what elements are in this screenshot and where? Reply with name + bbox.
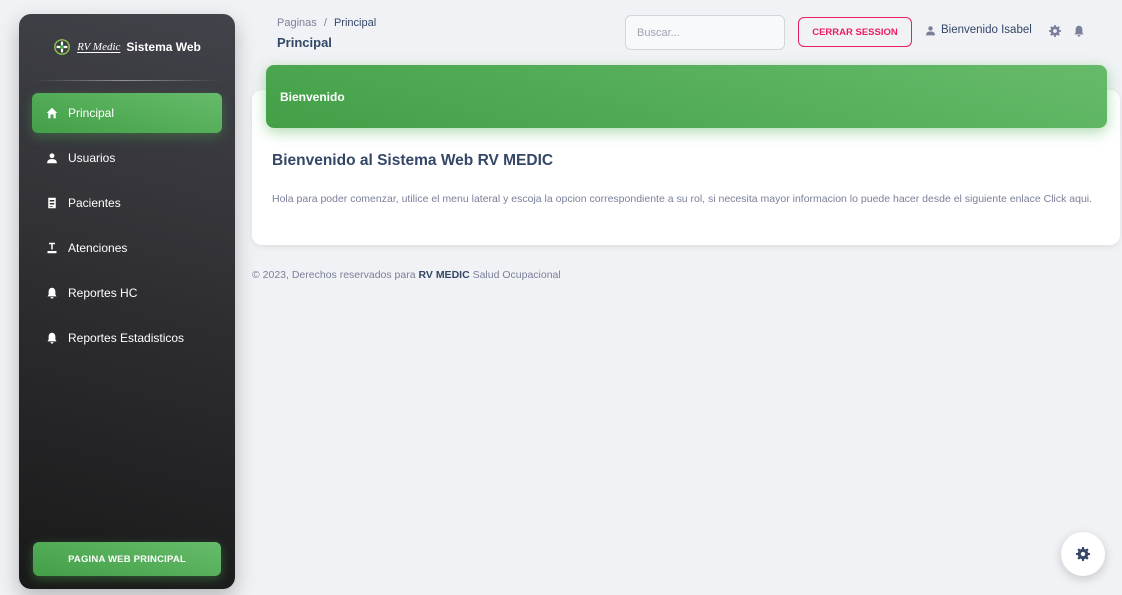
welcome-card-text: Hola para poder comenzar, utilice el men…: [272, 193, 1093, 205]
logout-button[interactable]: CERRAR SESSION: [798, 17, 912, 47]
sidebar-item-principal[interactable]: Principal: [32, 93, 222, 133]
sidebar-item-label: Reportes HC: [68, 286, 138, 300]
brand-divider: [35, 80, 219, 81]
gear-icon: [1076, 547, 1090, 561]
user-greeting: Bienvenido Isabel: [941, 24, 1032, 36]
welcome-card-title: Bienvenido al Sistema Web RV MEDIC: [272, 152, 554, 169]
sidebar-item-label: Pacientes: [68, 196, 121, 210]
footer-suffix: Salud Ocupacional: [469, 269, 561, 281]
brand-logo-text: RV Medic: [77, 41, 121, 53]
brand[interactable]: RV Medic Sistema Web: [19, 14, 235, 80]
footer-prefix: © 2023, Derechos reservados para: [252, 269, 419, 281]
page: RV Medic Sistema Web Principal Usuarios: [0, 0, 1122, 595]
home-icon: [46, 107, 58, 119]
sidebar-item-pacientes[interactable]: Pacientes: [32, 183, 222, 223]
breadcrumb-current: Principal: [333, 17, 377, 29]
main-website-button[interactable]: PAGINA WEB PRINCIPAL: [33, 542, 221, 576]
bell-icon: [46, 332, 58, 344]
bell-icon[interactable]: [1073, 24, 1085, 37]
sidebar-item-label: Atenciones: [68, 241, 128, 255]
logo-icon: [54, 39, 71, 55]
welcome-card-header: Bienvenido: [266, 65, 1107, 128]
sidebar-item-label: Principal: [68, 106, 115, 120]
user-icon: [926, 25, 935, 35]
user-icon: [46, 152, 58, 164]
brand-name: Sistema Web: [126, 40, 201, 54]
sidebar: RV Medic Sistema Web Principal Usuarios: [19, 14, 235, 589]
sidebar-item-label: Reportes Estadisticos: [68, 331, 185, 345]
search-input[interactable]: [625, 15, 785, 50]
gear-icon[interactable]: [1049, 24, 1061, 37]
sidebar-item-reportes-hc[interactable]: Reportes HC: [32, 273, 222, 313]
user-menu[interactable]: Bienvenido Isabel: [925, 24, 1032, 36]
breadcrumb-separator: /: [323, 17, 327, 29]
page-title: Principal: [277, 35, 332, 50]
bell-icon: [46, 287, 58, 299]
footer: © 2023, Derechos reservados para RV MEDI…: [252, 269, 561, 281]
sidebar-item-label: Usuarios: [68, 151, 116, 165]
sidebar-item-reportes-estadisticos[interactable]: Reportes Estadisticos: [32, 318, 222, 358]
breadcrumb-root[interactable]: Paginas: [277, 17, 317, 29]
footer-brand[interactable]: RV MEDIC: [419, 269, 470, 281]
sidebar-nav: Principal Usuarios Pacientes Atenciones: [32, 93, 222, 363]
clipboard-icon: [46, 197, 58, 209]
sidebar-item-usuarios[interactable]: Usuarios: [32, 138, 222, 178]
breadcrumb: Paginas / Principal: [277, 17, 376, 29]
pen-icon: [46, 242, 58, 254]
settings-fab-button[interactable]: [1061, 532, 1105, 576]
sidebar-item-atenciones[interactable]: Atenciones: [32, 228, 222, 268]
